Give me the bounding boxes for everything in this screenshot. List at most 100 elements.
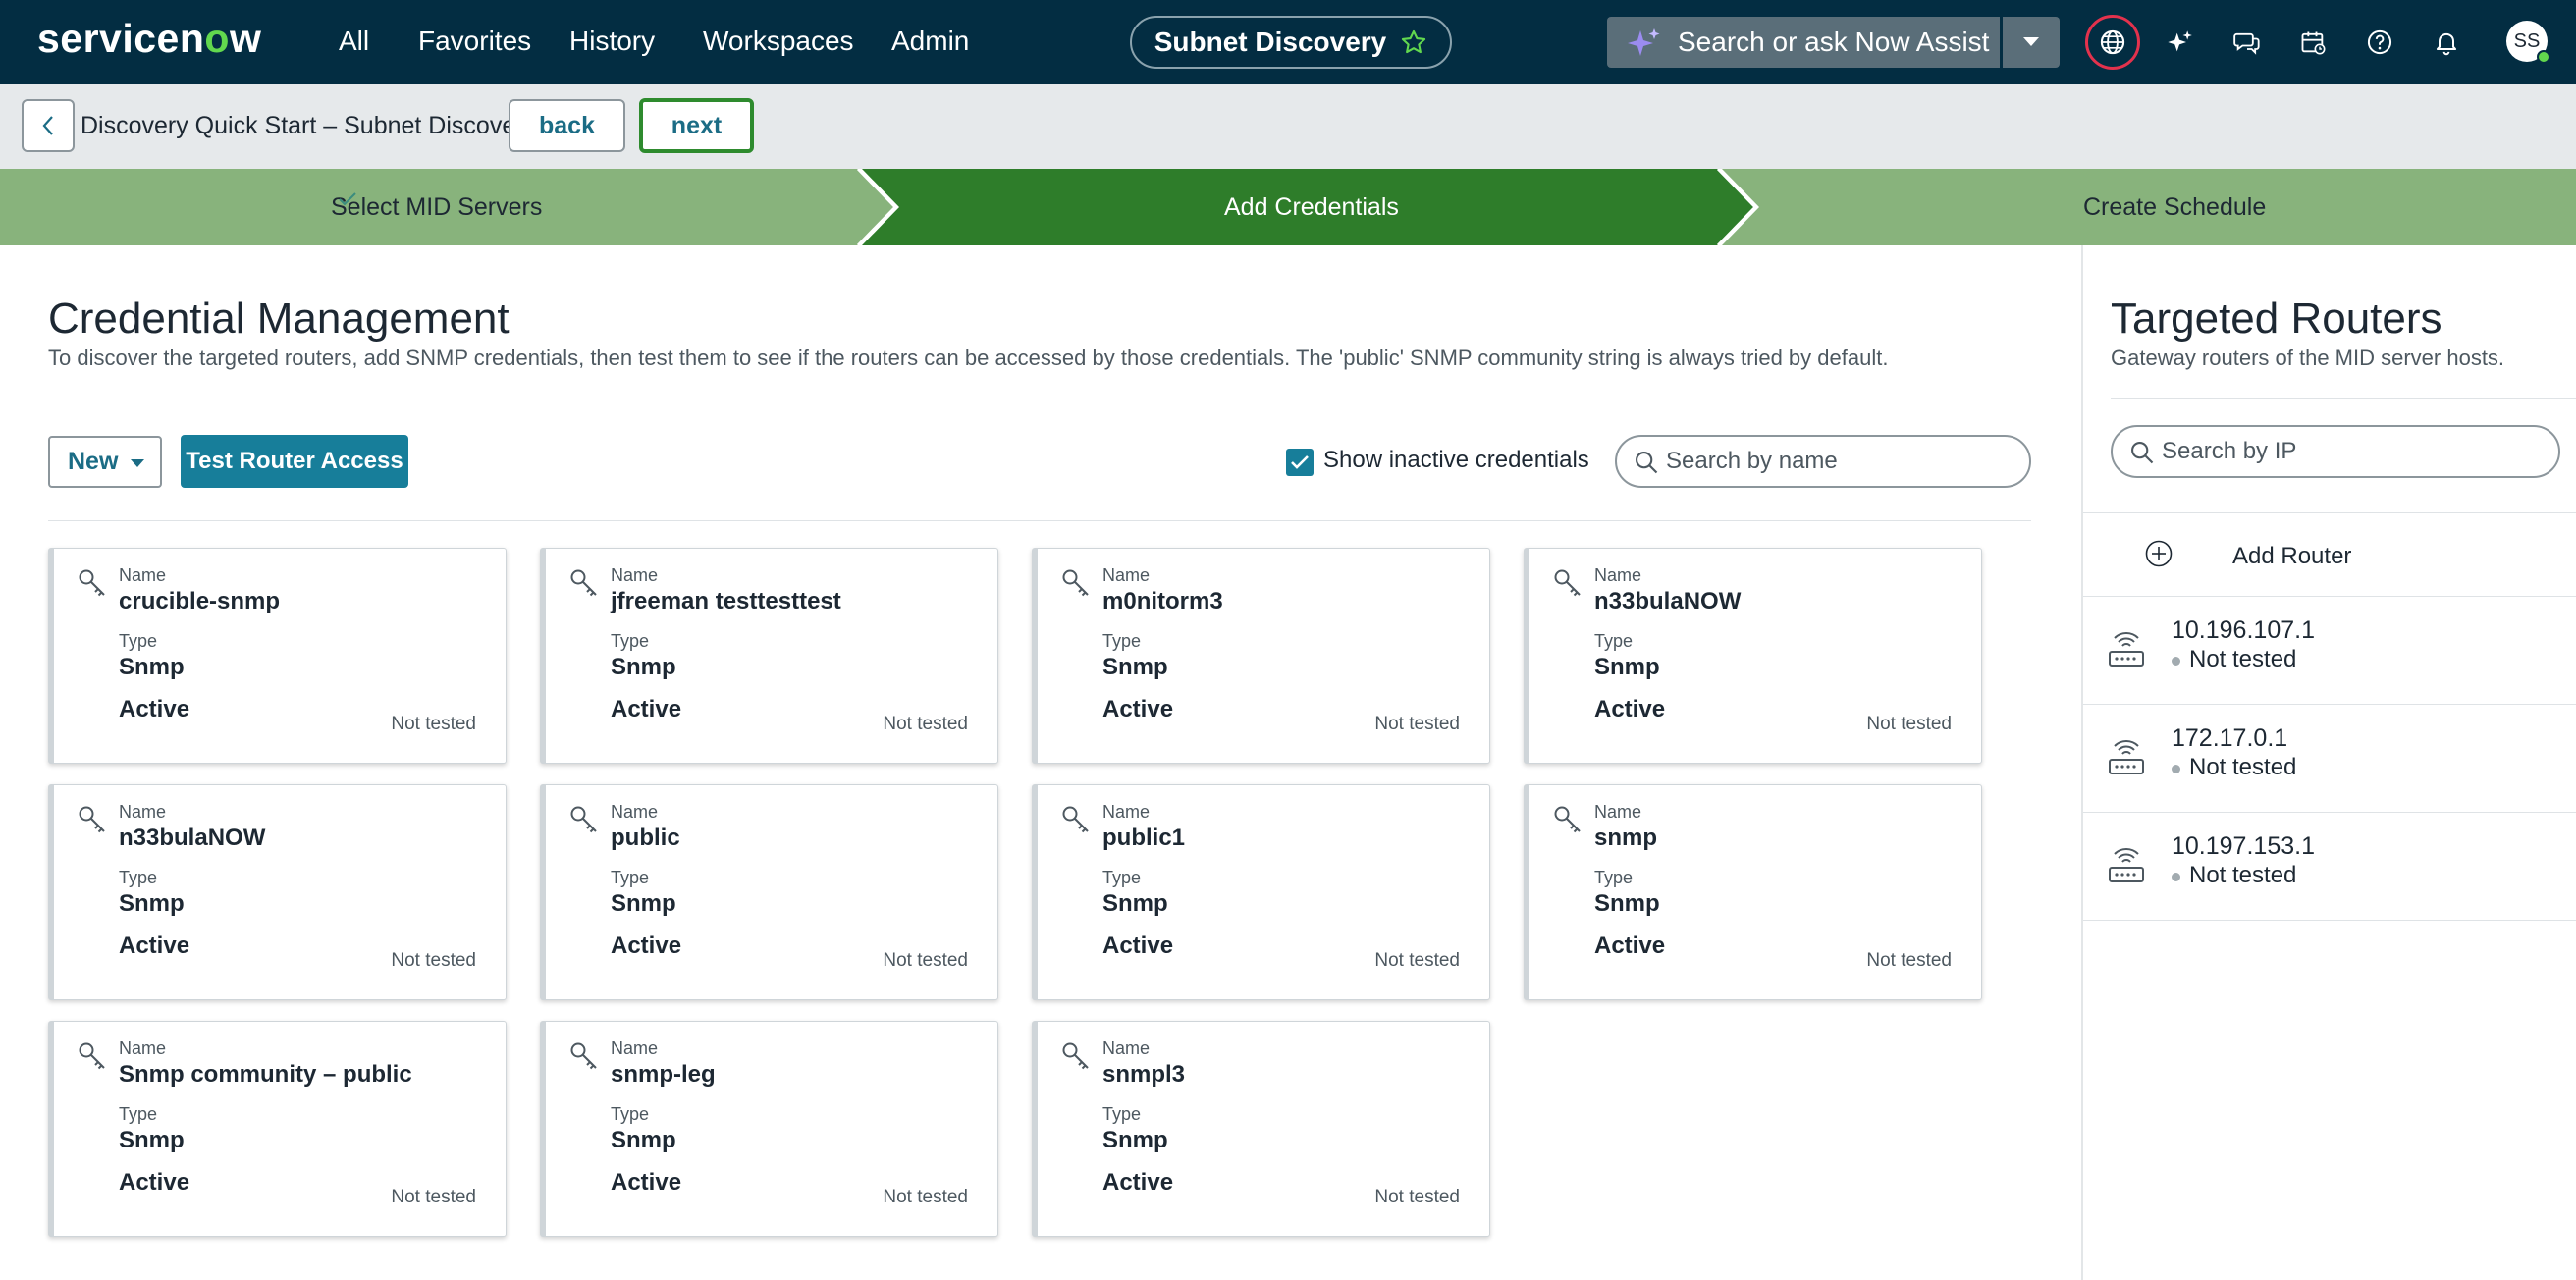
search-icon: [1636, 452, 1658, 474]
nav-admin[interactable]: Admin: [891, 24, 969, 59]
credential-type: Snmp: [1594, 654, 1660, 680]
name-label: Name: [119, 802, 167, 822]
nav-all[interactable]: All: [339, 24, 369, 59]
credential-card[interactable]: Name public1 Type Snmp Active Not tested: [1032, 784, 1490, 1000]
credential-test-status: Not tested: [883, 714, 968, 734]
credential-card[interactable]: Name Snmp community – public Type Snmp Activ…: [48, 1021, 507, 1237]
search-by-name-input[interactable]: Search by name: [1615, 435, 2031, 488]
router-ip: 10.196.107.1: [2172, 616, 2315, 644]
help-icon[interactable]: [2359, 22, 2400, 63]
type-label: Type: [1594, 631, 1634, 651]
credential-card[interactable]: Name snmpl3 Type Snmp Active Not tested: [1032, 1021, 1490, 1237]
credential-card[interactable]: Name public Type Snmp Active Not tested: [540, 784, 998, 1000]
credential-name: n33bulaNOW: [1594, 588, 1742, 614]
sparkle-icon: [1628, 28, 1660, 56]
chevron-down-icon: [2023, 37, 2039, 46]
credential-test-status: Not tested: [391, 1187, 476, 1207]
credential-active: Active: [1102, 933, 1174, 959]
router-ip: 172.17.0.1: [2172, 724, 2288, 752]
add-router-button[interactable]: Add Router: [2083, 512, 2576, 597]
router-icon: [2109, 632, 2144, 667]
credential-name: public: [611, 825, 680, 851]
new-button[interactable]: New: [48, 436, 162, 488]
credential-name: n33bulaNOW: [119, 825, 266, 851]
name-label: Name: [1594, 802, 1642, 822]
name-label: Name: [119, 1039, 167, 1058]
credential-card[interactable]: Name jfreeman testtesttest Type Snmp Active N…: [540, 548, 998, 764]
credential-name: snmp: [1594, 825, 1658, 851]
calendar-icon[interactable]: [2292, 22, 2334, 63]
star-icon[interactable]: [1400, 28, 1427, 56]
back-button[interactable]: back: [509, 99, 625, 152]
name-label: Name: [1102, 1039, 1151, 1058]
credential-type: Snmp: [119, 890, 185, 917]
credential-type: Snmp: [611, 654, 676, 680]
globe-icon[interactable]: [2092, 22, 2133, 63]
divider: [2111, 398, 2576, 399]
router-status: Not tested: [2172, 754, 2296, 781]
credential-card[interactable]: Name crucible-snmp Type Snmp Active Not teste…: [48, 548, 507, 764]
key-icon: [79, 569, 105, 597]
search-icon: [2131, 442, 2154, 464]
credential-test-status: Not tested: [1866, 714, 1952, 734]
credential-type: Snmp: [1102, 654, 1168, 680]
credential-card[interactable]: Name snmp Type Snmp Active Not tested: [1524, 784, 1982, 1000]
show-inactive-checkbox[interactable]: [1286, 449, 1314, 476]
credential-card[interactable]: Name n33bulaNOW Type Snmp Active Not tested: [1524, 548, 1982, 764]
nav-favorites[interactable]: Favorites: [418, 24, 531, 59]
step-add-credentials[interactable]: Add Credentials: [1224, 190, 1399, 224]
credential-test-status: Not tested: [1374, 714, 1460, 734]
credential-active: Active: [1594, 696, 1666, 722]
type-label: Type: [119, 868, 158, 887]
page-description: To discover the targeted routers, add SN…: [48, 346, 1889, 370]
bell-icon[interactable]: [2426, 22, 2467, 63]
credential-test-status: Not tested: [391, 714, 476, 734]
router-item[interactable]: 10.197.153.1 Not tested: [2083, 813, 2576, 921]
key-icon: [570, 1042, 597, 1070]
name-label: Name: [611, 802, 659, 822]
credential-name: m0nitorm3: [1102, 588, 1223, 614]
now-assist-search[interactable]: Search or ask Now Assist: [1607, 17, 2000, 68]
top-navigation-bar: servicen o w All Favorites History Workspa…: [0, 0, 2576, 84]
presence-indicator: [2537, 50, 2550, 64]
nav-workspaces[interactable]: Workspaces: [703, 24, 854, 59]
router-item[interactable]: 10.196.107.1 Not tested: [2083, 597, 2576, 705]
router-icon: [2109, 740, 2144, 774]
credential-card[interactable]: Name m0nitorm3 Type Snmp Active Not tested: [1032, 548, 1490, 764]
step-select-mid-servers[interactable]: Select MID Servers: [331, 190, 542, 224]
credential-active: Active: [611, 933, 682, 959]
type-label: Type: [611, 631, 650, 651]
credential-card[interactable]: Name snmp-leg Type Snmp Active Not tested: [540, 1021, 998, 1237]
ai-sparkle-icon[interactable]: [2159, 22, 2200, 63]
chat-icon[interactable]: [2227, 22, 2268, 63]
credential-name: jfreeman testtesttest: [611, 588, 841, 614]
assist-dropdown-button[interactable]: [2003, 17, 2060, 68]
back-arrow-button[interactable]: [22, 99, 75, 152]
credential-name: Snmp community – public: [119, 1061, 412, 1088]
test-router-access-button[interactable]: Test Router Access: [181, 435, 408, 488]
credential-card[interactable]: Name n33bulaNOW Type Snmp Active Not tested: [48, 784, 507, 1000]
credential-active: Active: [1594, 933, 1666, 959]
credential-type: Snmp: [119, 654, 185, 680]
nav-history[interactable]: History: [569, 24, 655, 59]
search-by-ip-input[interactable]: Search by IP: [2111, 425, 2560, 478]
targeted-routers-panel: Targeted Routers Gateway routers of the …: [2081, 245, 2576, 1280]
servicenow-logo[interactable]: servicen o w: [37, 14, 261, 63]
context-pill[interactable]: Subnet Discovery: [1130, 16, 1452, 69]
credential-test-status: Not tested: [883, 1187, 968, 1207]
name-label: Name: [119, 565, 167, 585]
next-button[interactable]: next: [639, 98, 754, 153]
type-label: Type: [1102, 868, 1142, 887]
credential-type: Snmp: [611, 890, 676, 917]
step-create-schedule[interactable]: Create Schedule: [2083, 190, 2266, 224]
page-title: Credential Management: [48, 294, 510, 343]
router-item[interactable]: 172.17.0.1 Not tested: [2083, 705, 2576, 813]
credential-test-status: Not tested: [1374, 1187, 1460, 1207]
show-inactive-label[interactable]: Show inactive credentials: [1323, 447, 1589, 474]
divider: [48, 520, 2031, 521]
wizard-stepper: Select MID Servers Add Credentials Creat…: [0, 169, 2576, 245]
router-icon: [2109, 848, 2144, 882]
type-label: Type: [1594, 868, 1634, 887]
key-icon: [79, 806, 105, 833]
user-avatar[interactable]: SS: [2506, 21, 2550, 64]
